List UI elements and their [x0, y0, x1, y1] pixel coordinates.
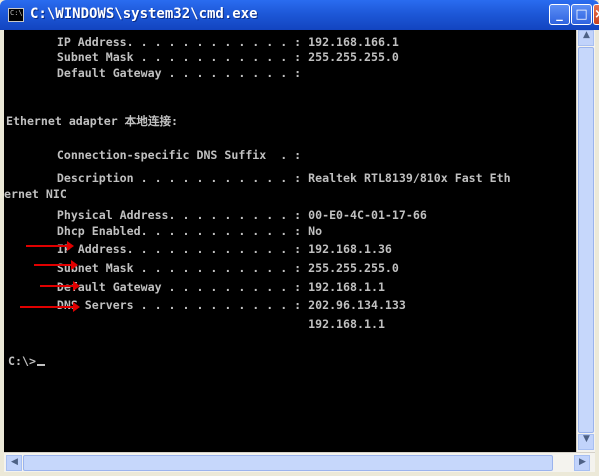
adapter-heading: Ethernet adapter 本地连接:	[6, 114, 179, 128]
prompt-text: C:\>	[8, 354, 36, 368]
chevron-right-icon: ▶	[579, 457, 586, 467]
red-arrow-subnet-mask	[34, 260, 78, 270]
window-frame-edge	[595, 452, 599, 472]
chevron-down-icon: ▼	[583, 434, 590, 444]
red-arrow-dns-servers	[20, 302, 80, 312]
console-line: ernet NIC	[4, 187, 67, 201]
cmd-window: C:\WINDOWS\system32\cmd.exe _ □ × IP Add…	[0, 0, 599, 476]
console-line: Physical Address. . . . . . . . . : 00-E…	[8, 208, 427, 222]
horizontal-scroll-thumb[interactable]	[23, 455, 553, 471]
command-prompt[interactable]: C:\>	[8, 354, 45, 369]
console-line: Connection-specific DNS Suffix . :	[8, 148, 302, 162]
console-output[interactable]: IP Address. . . . . . . . . . . . : 192.…	[4, 30, 576, 452]
chevron-up-icon: ▲	[583, 30, 590, 40]
close-button[interactable]: ×	[593, 4, 599, 25]
minimize-button[interactable]: _	[549, 4, 570, 25]
title-bar[interactable]: C:\WINDOWS\system32\cmd.exe _ □ ×	[0, 0, 599, 30]
console-line: 192.168.1.1	[8, 317, 385, 331]
scroll-right-button[interactable]: ▶	[574, 455, 590, 471]
maximize-button[interactable]: □	[571, 4, 592, 25]
console-line: Description . . . . . . . . . . . : Real…	[8, 171, 511, 185]
window-title: C:\WINDOWS\system32\cmd.exe	[30, 6, 258, 22]
red-arrow-default-gateway	[40, 281, 80, 291]
horizontal-scrollbar[interactable]: ◀ ▶	[4, 452, 595, 472]
red-arrow-ip-address	[26, 241, 74, 251]
chevron-left-icon: ◀	[11, 457, 18, 467]
vertical-scrollbar[interactable]: ▲ ▼	[576, 30, 595, 452]
default-gateway-line: Default Gateway . . . . . . . . . : 192.…	[8, 280, 385, 294]
console-line: Subnet Mask . . . . . . . . . . . : 255.…	[8, 50, 399, 64]
scroll-down-button[interactable]: ▼	[578, 434, 594, 450]
console-line: Default Gateway . . . . . . . . . :	[8, 66, 302, 80]
scroll-left-button[interactable]: ◀	[6, 455, 22, 471]
vertical-scroll-thumb[interactable]	[578, 47, 594, 433]
console-line: IP Address. . . . . . . . . . . . : 192.…	[8, 35, 399, 49]
text-cursor	[36, 364, 45, 366]
cmd-app-icon[interactable]	[8, 8, 24, 22]
scroll-up-button[interactable]: ▲	[578, 30, 594, 46]
console-line: Dhcp Enabled. . . . . . . . . . . : No	[8, 224, 323, 238]
